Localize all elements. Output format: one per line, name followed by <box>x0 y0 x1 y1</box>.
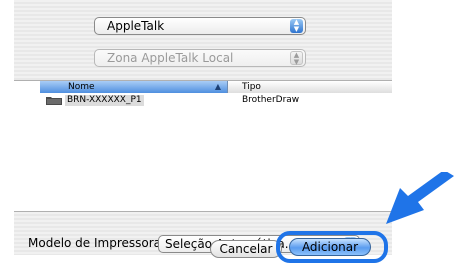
annotation-arrow-icon <box>386 172 454 224</box>
column-header-nome-label: Nome <box>68 82 95 92</box>
sort-ascending-icon: ▲ <box>214 82 221 91</box>
column-header-tipo-label: Tipo <box>242 82 261 92</box>
list-item-name: BRN-XXXXXX_P1 <box>65 95 144 106</box>
list-item[interactable]: BRN-XXXXXX_P1 BrotherDraw <box>14 94 392 107</box>
cancel-button[interactable]: Cancelar <box>210 240 282 258</box>
column-header-nome[interactable]: Nome ▲ <box>40 81 228 93</box>
add-button-label: Adicionar <box>301 240 359 254</box>
zone-popup: Zona AppleTalk Local ▲ ▼ <box>94 49 306 67</box>
list-header: Nome ▲ Tipo <box>14 81 392 93</box>
add-button[interactable]: Adicionar <box>289 238 371 256</box>
list-item-type: BrotherDraw <box>242 95 300 105</box>
popup-arrows-icon: ▲▼ <box>290 51 303 66</box>
protocol-popup-value: AppleTalk <box>107 19 165 33</box>
printer-list[interactable]: Nome ▲ Tipo BRN-XXXXXX_P1 BrotherDraw <box>14 80 392 212</box>
protocol-popup[interactable]: AppleTalk ▲ ▼ <box>94 17 306 35</box>
printer-model-label: Modelo de Impressora: <box>28 236 166 250</box>
popup-arrows-icon: ▲▼ <box>290 19 303 33</box>
cancel-button-label: Cancelar <box>219 242 273 256</box>
column-header-tipo[interactable]: Tipo <box>228 81 392 93</box>
zone-popup-value: Zona AppleTalk Local <box>107 51 234 65</box>
printer-folder-icon <box>46 97 62 105</box>
